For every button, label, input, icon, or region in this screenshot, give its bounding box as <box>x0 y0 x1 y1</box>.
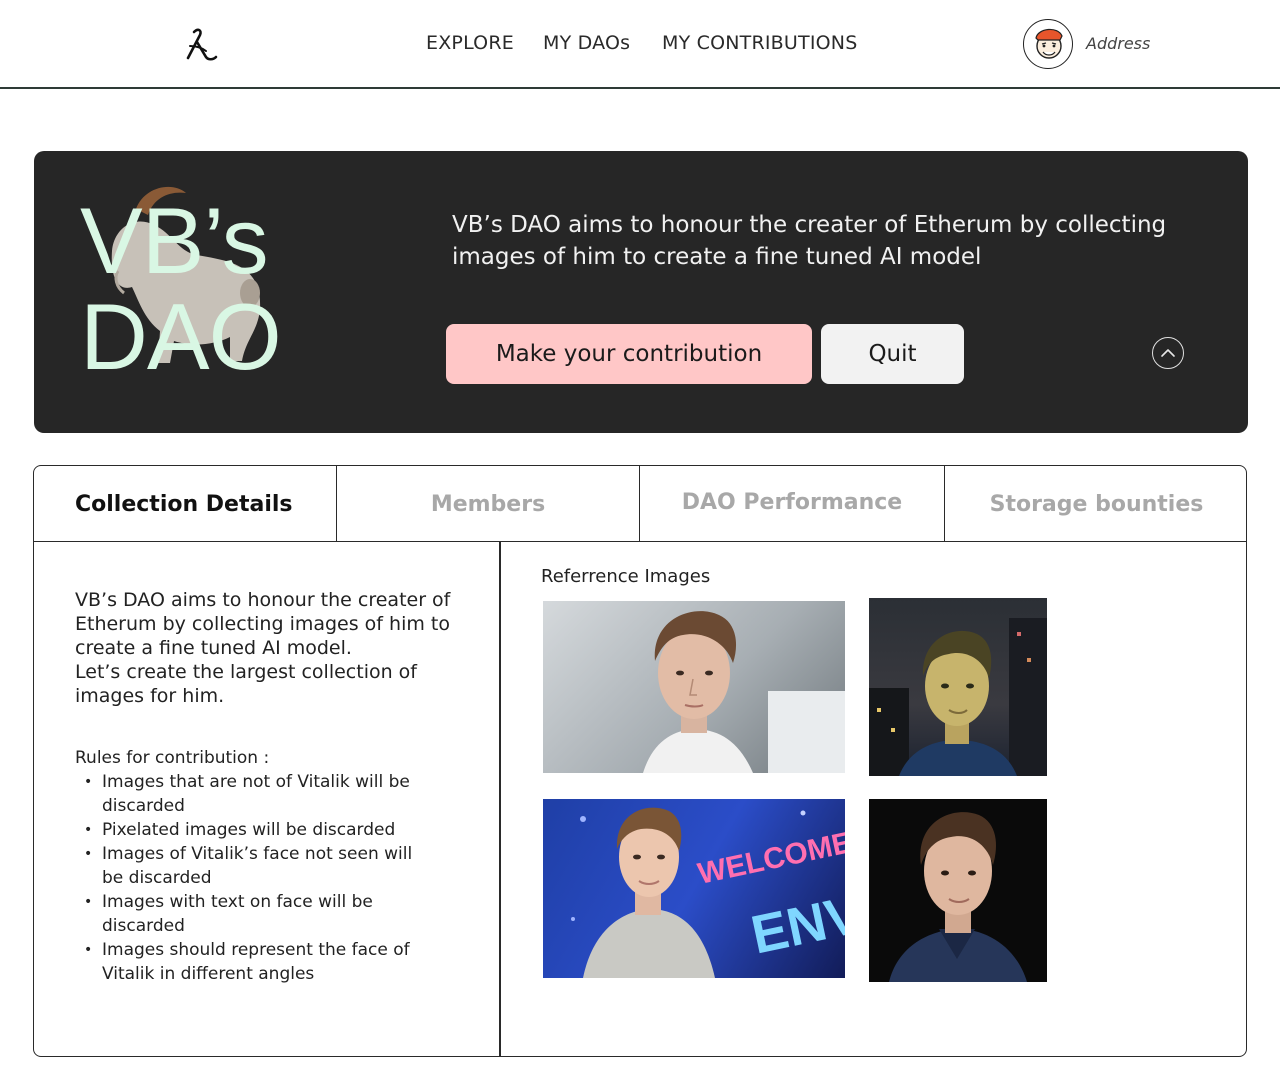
reference-image-2[interactable] <box>869 598 1047 776</box>
lambda-logo-icon[interactable] <box>180 24 222 66</box>
dao-title-line2: DAO <box>80 284 282 389</box>
about-paragraph-1: VB’s DAO aims to honour the creater of E… <box>75 589 451 659</box>
dao-details-panel: Collection Details Members DAO Performan… <box>33 465 1247 1057</box>
tab-storage-bounties[interactable]: Storage bounties <box>944 466 1246 542</box>
rule-item: Images that are not of Vitalik will be d… <box>84 770 424 818</box>
dao-description: VB’s DAO aims to honour the creater of E… <box>452 212 1167 270</box>
reference-image-1[interactable] <box>543 601 845 773</box>
dao-title: VB’s DAO <box>80 188 282 389</box>
nav-my-contributions[interactable]: MY CONTRIBUTIONS <box>662 32 857 54</box>
quit-button[interactable]: Quit <box>821 324 964 384</box>
reference-image-4[interactable] <box>869 799 1047 982</box>
make-contribution-button[interactable]: Make your contribution <box>446 324 812 384</box>
top-navbar: EXPLORE MY DAOs MY CONTRIBUTIONS Address <box>0 0 1280 89</box>
chevron-up-icon <box>1161 349 1175 357</box>
tab-dao-performance[interactable]: DAO Performance <box>639 466 944 542</box>
collection-about: VB’s DAO aims to honour the creater of E… <box>75 588 475 708</box>
portrait-icon: WELCOME TO ENV <box>571 807 845 978</box>
rule-item: Images of Vitalik’s face not seen will b… <box>84 842 424 890</box>
portrait-icon <box>889 812 1027 982</box>
wallet-address[interactable]: Address <box>1086 34 1150 53</box>
portrait-icon <box>643 611 845 773</box>
nav-my-daos[interactable]: MY DAOs <box>543 32 630 54</box>
dao-hero-banner: VB’s DAO VB’s DAO aims to honour the cre… <box>34 151 1248 433</box>
tab-members[interactable]: Members <box>336 466 639 542</box>
tab-bar: Collection Details Members DAO Performan… <box>34 466 1246 542</box>
collapse-hero-button[interactable] <box>1152 337 1184 369</box>
rules-list: Images that are not of Vitalik will be d… <box>84 770 424 986</box>
portrait-icon <box>869 618 1047 776</box>
about-paragraph-2: Let’s create the largest collection of i… <box>75 661 417 707</box>
tab-collection-details[interactable]: Collection Details <box>34 466 336 542</box>
user-avatar[interactable] <box>1023 19 1073 69</box>
rule-item: Pixelated images will be discarded <box>84 818 424 842</box>
rule-item: Images should represent the face of Vita… <box>84 938 424 986</box>
rule-item: Images with text on face will be discard… <box>84 890 424 938</box>
banner-text: WELCOME TO <box>695 816 845 891</box>
banner-text-2: ENV <box>746 884 845 966</box>
column-divider <box>499 542 501 1056</box>
avatar-face-icon <box>1035 28 1063 59</box>
nav-explore[interactable]: EXPLORE <box>426 32 514 54</box>
dao-title-line1: VB’s <box>80 188 269 293</box>
reference-images-heading: Referrence Images <box>541 566 711 587</box>
rules-heading: Rules for contribution : <box>75 748 270 768</box>
reference-image-3[interactable]: WELCOME TO ENV <box>543 799 845 978</box>
